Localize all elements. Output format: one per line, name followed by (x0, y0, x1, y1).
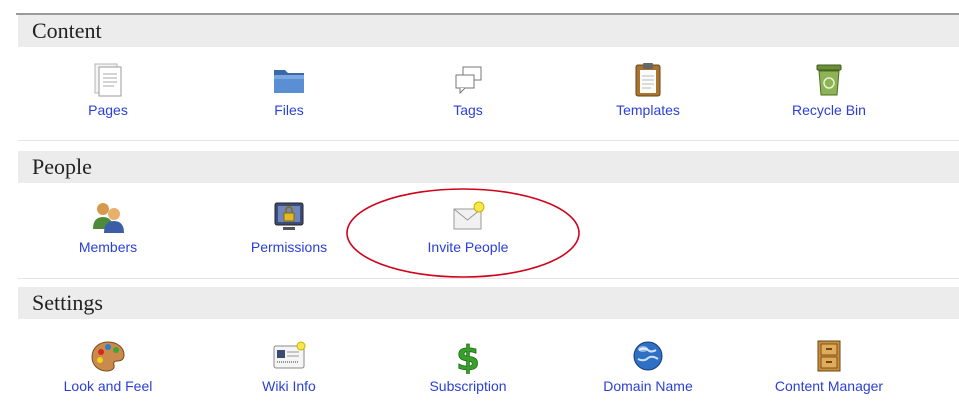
item-label: Recycle Bin (792, 102, 866, 118)
look-and-feel-link[interactable]: Look and Feel (38, 338, 178, 394)
globe-icon (633, 341, 663, 371)
content-manager-link[interactable]: Content Manager (759, 338, 899, 394)
item-label: Templates (616, 102, 680, 118)
recycle-bin-icon (816, 64, 842, 96)
members-icon (93, 203, 124, 233)
cabinet-icon (817, 340, 841, 372)
members-link[interactable]: Members (38, 199, 178, 255)
item-label: Look and Feel (63, 378, 153, 394)
files-link[interactable]: Files (219, 62, 359, 118)
domain-name-link[interactable]: Domain Name (578, 338, 718, 394)
id-card-icon (273, 341, 306, 369)
folder-icon (274, 70, 304, 93)
item-label: Wiki Info (262, 378, 316, 394)
item-label: Pages (88, 102, 128, 118)
recycle-bin-link[interactable]: Recycle Bin (759, 62, 899, 118)
highlight-circle (346, 188, 580, 278)
tags-link[interactable]: Tags (398, 62, 538, 118)
item-label: Files (274, 102, 304, 118)
section-title: Content (32, 18, 102, 43)
wiki-info-link[interactable]: Wiki Info (219, 338, 359, 394)
templates-link[interactable]: Templates (578, 62, 718, 118)
pages-icon (94, 63, 122, 97)
subscription-link[interactable]: $ Subscription (398, 338, 538, 394)
item-label: Content Manager (774, 378, 884, 394)
section-header-content: Content (18, 15, 959, 47)
item-label: Permissions (250, 239, 328, 255)
lock-monitor-icon (274, 202, 304, 230)
clipboard-icon (635, 63, 661, 97)
section-title: Settings (32, 290, 103, 315)
item-label: Members (78, 239, 138, 255)
section-header-people: People (18, 151, 959, 183)
tags-icon (455, 66, 482, 95)
item-label: Tags (453, 102, 483, 118)
svg-text:$: $ (456, 339, 480, 374)
item-label: Domain Name (603, 378, 693, 394)
permissions-link[interactable]: Permissions (219, 199, 359, 255)
divider (18, 278, 959, 279)
section-header-settings: Settings (18, 287, 959, 319)
pages-link[interactable]: Pages (38, 62, 178, 118)
palette-icon (91, 341, 125, 372)
item-label: Subscription (429, 378, 507, 394)
dollar-icon: $ (456, 339, 480, 374)
section-title: People (32, 154, 92, 179)
divider (18, 140, 959, 141)
